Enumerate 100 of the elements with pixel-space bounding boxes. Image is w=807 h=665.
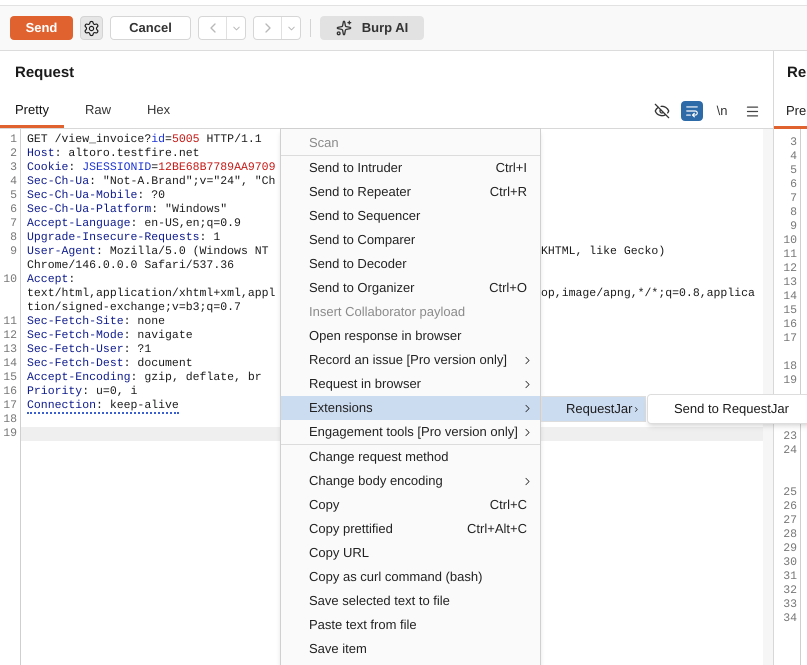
code-text: tion/signed-exchange;v=b3;q=0.7 — [27, 301, 241, 314]
code-text: Upgrade-Insecure-Requests: 1 — [27, 231, 220, 244]
line-number: 10 — [3, 273, 17, 286]
line-number: 31 — [783, 570, 797, 583]
line-number: 23 — [783, 430, 797, 443]
line-number: 19 — [783, 374, 797, 387]
menu-item[interactable]: Copy prettified Ctrl+Alt+C — [281, 517, 540, 541]
menu-item[interactable]: Send to Repeater Ctrl+R — [281, 180, 540, 204]
line-number: 5 — [790, 164, 797, 177]
menu-item[interactable]: Copy URL — [281, 541, 540, 565]
code-text: op,image/apng,*/*;q=0.8,applica — [541, 287, 755, 300]
sparkles-icon — [336, 20, 352, 36]
line-number: 15 — [3, 371, 17, 384]
line-number: 10 — [783, 234, 797, 247]
line-number: 12 — [3, 329, 17, 342]
code-text: User-Agent: Mozilla/5.0 (Windows NT — [27, 245, 269, 258]
line-number: 30 — [783, 556, 797, 569]
code-text: Priority: u=0, i — [27, 385, 138, 398]
submenu-item[interactable]: Send to RequestJar — [647, 394, 807, 424]
code-text: Accept: — [27, 273, 76, 286]
line-number: 16 — [3, 385, 17, 398]
line-number: 25 — [783, 486, 797, 499]
menu-item[interactable]: Send to Comparer — [281, 228, 540, 252]
line-number: 27 — [783, 514, 797, 527]
line-number: 4 — [10, 175, 17, 188]
code-text: Connection: keep-alive — [27, 399, 179, 414]
line-number: 32 — [783, 584, 797, 597]
line-number: 5 — [10, 189, 17, 202]
line-number: 26 — [783, 500, 797, 513]
line-number: 11 — [3, 315, 17, 328]
code-text: Sec-Ch-Ua: "Not-A.Brand";v="24", "Ch — [27, 175, 276, 188]
menu-item[interactable]: Send to Sequencer — [281, 204, 540, 228]
menu-item[interactable]: Open response in browser — [281, 324, 540, 348]
settings-icon — [83, 20, 100, 36]
code-text: KHTML, like Gecko) — [541, 245, 666, 258]
code-text: Cookie: JSESSIONID=12BE68B7789AA9709 — [27, 161, 276, 174]
line-number: 18 — [783, 360, 797, 373]
menu-item[interactable]: Paste text from file — [281, 613, 540, 637]
wrap-toggle[interactable] — [681, 101, 703, 121]
line-number: 6 — [790, 178, 797, 191]
settings-button[interactable] — [80, 16, 103, 40]
tab[interactable]: Raw — [70, 94, 126, 128]
submenu-item[interactable]: RequestJar — [541, 396, 646, 422]
line-number: 19 — [3, 427, 17, 440]
line-number: 17 — [3, 399, 17, 412]
line-number: 1 — [10, 133, 17, 146]
line-number: 15 — [783, 304, 797, 317]
eye-off-icon — [654, 103, 670, 119]
line-number: 12 — [783, 262, 797, 275]
line-number: 17 — [783, 332, 797, 345]
line-number: 16 — [783, 318, 797, 331]
code-text: Host: altoro.testfire.net — [27, 147, 200, 160]
tab[interactable]: Pre — [774, 100, 806, 126]
code-text: Sec-Fetch-Site: none — [27, 315, 166, 328]
code-text: Sec-Fetch-Mode: navigate — [27, 329, 193, 342]
code-text: text/html,application/xhtml+xml,appl — [27, 287, 276, 300]
newline-toggle[interactable]: \n — [711, 101, 733, 121]
menu-item[interactable]: Save selected text to file — [281, 589, 540, 613]
code-text: Sec-Fetch-User: ?1 — [27, 343, 152, 356]
line-number: 7 — [790, 192, 797, 205]
menu-item[interactable]: Send to Decoder — [281, 252, 540, 276]
menu-item[interactable]: Send to Intruder Ctrl+I — [281, 156, 540, 180]
line-number: 33 — [783, 598, 797, 611]
cancel-button[interactable]: Cancel — [110, 16, 191, 40]
line-number: 7 — [10, 217, 17, 230]
menu-item[interactable]: Change request method — [281, 445, 540, 469]
menu-item[interactable]: Request in browser — [281, 372, 540, 396]
ai-button[interactable]: Burp AI — [320, 16, 424, 40]
menu-item[interactable]: Record an issue [Pro version only] — [281, 348, 540, 372]
menu-item[interactable]: Engagement tools [Pro version only] — [281, 420, 540, 444]
panel-title: Request — [15, 62, 74, 83]
menu-item[interactable]: Change body encoding — [281, 469, 540, 493]
code-text: Accept-Encoding: gzip, deflate, br — [27, 371, 262, 384]
menu-item[interactable]: Save item — [281, 637, 540, 661]
tab[interactable]: Hex — [132, 94, 186, 128]
line-number: 13 — [783, 276, 797, 289]
code-text: GET /view_invoice?id=5005 HTTP/1.1 — [27, 133, 262, 146]
line-number: 8 — [10, 231, 17, 244]
line-number: 14 — [783, 290, 797, 303]
tab[interactable]: Pretty — [0, 94, 64, 128]
line-number: 4 — [790, 150, 797, 163]
menu-item[interactable]: Extensions — [281, 396, 540, 420]
wrap-icon — [685, 104, 699, 118]
line-number: 2 — [10, 147, 17, 160]
code-text: Accept-Language: en-US,en;q=0.9 — [27, 217, 241, 230]
code-text: Sec-Ch-Ua-Mobile: ?0 — [27, 189, 166, 202]
code-text: Sec-Ch-Ua-Platform: "Windows" — [27, 203, 228, 216]
menu-item[interactable]: Send to Organizer Ctrl+O — [281, 276, 540, 300]
send-button[interactable]: Send — [10, 16, 73, 40]
line-number: 24 — [783, 444, 797, 457]
line-number: 14 — [3, 357, 17, 370]
menu-item[interactable]: Copy as curl command (bash) — [281, 565, 540, 589]
menu-icon — [744, 104, 760, 118]
panel-title: Re — [787, 62, 806, 83]
line-number: 9 — [790, 220, 797, 233]
menu-item[interactable]: Copy Ctrl+C — [281, 493, 540, 517]
line-number: 29 — [783, 542, 797, 555]
line-number: 13 — [3, 343, 17, 356]
line-number: 3 — [10, 161, 17, 174]
code-text: Sec-Fetch-Dest: document — [27, 357, 193, 370]
